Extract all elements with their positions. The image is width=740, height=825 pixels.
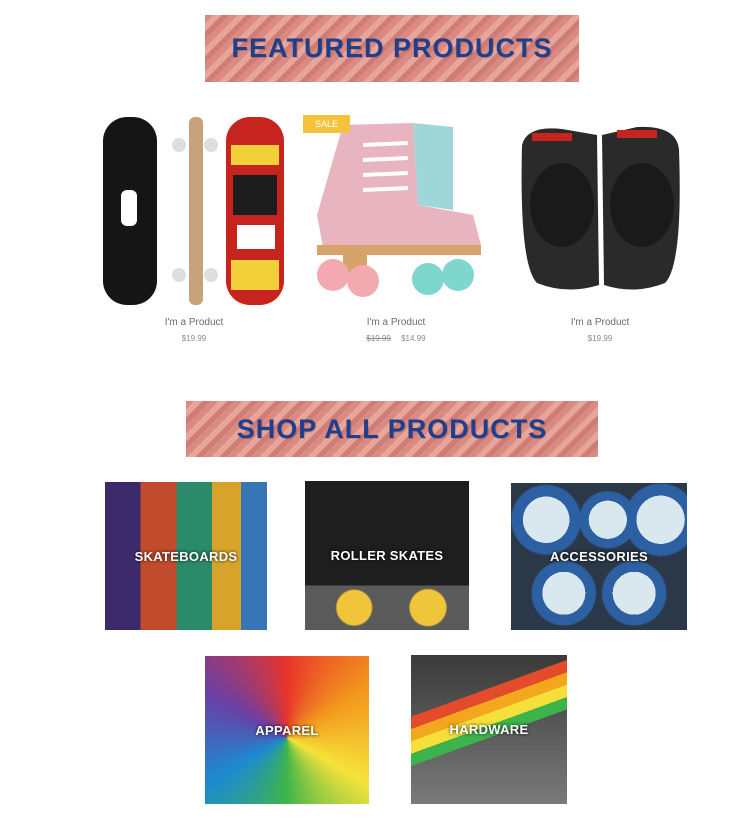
category-label[interactable]: ROLLER SKATES	[331, 548, 444, 563]
category-label[interactable]: HARDWARE	[450, 722, 529, 737]
shop-all-products-banner: SHOP ALL PRODUCTS	[186, 401, 598, 457]
product-name[interactable]: I'm a Product	[101, 317, 287, 328]
product-card-knee-pads[interactable]: I'm a Product $19.99	[507, 115, 693, 343]
product-image-skateboard[interactable]	[101, 115, 287, 305]
price-value: $19.99	[587, 334, 613, 343]
featured-products-title: FEATURED PRODUCTS	[231, 33, 553, 63]
original-price: $19.99	[366, 334, 391, 343]
price-value: $19.99	[181, 334, 207, 343]
knee-pads-illustration	[521, 126, 680, 290]
category-label[interactable]: APPAREL	[255, 723, 318, 738]
roller-skate-illustration	[317, 123, 481, 297]
sale-price: $14.99	[401, 334, 426, 343]
product-price: $19.99	[101, 334, 287, 343]
product-image-roller-skate[interactable]: SALE	[303, 115, 489, 305]
product-image-knee-pads[interactable]	[507, 115, 693, 305]
shop-all-products-title: SHOP ALL PRODUCTS	[236, 413, 548, 444]
product-price: $19.99	[507, 334, 693, 343]
product-card-roller-skate[interactable]: SALE I'm a Product $19.99 $14.99	[303, 115, 489, 343]
product-name[interactable]: I'm a Product	[303, 317, 489, 328]
featured-products-banner: FEATURED PRODUCTS	[205, 15, 579, 82]
skateboard-illustration	[103, 117, 284, 305]
category-accessories[interactable]: ACCESSORIES	[511, 483, 687, 630]
category-apparel[interactable]: APPAREL	[205, 656, 369, 804]
category-skateboards[interactable]: SKATEBOARDS	[105, 482, 267, 630]
sale-badge: SALE	[303, 115, 351, 133]
product-card-skateboard[interactable]: I'm a Product $19.99	[101, 115, 287, 343]
category-roller-skates[interactable]: ROLLER SKATES	[305, 481, 469, 630]
product-name[interactable]: I'm a Product	[507, 317, 693, 328]
category-hardware[interactable]: HARDWARE	[411, 655, 567, 804]
product-price: $19.99 $14.99	[303, 334, 489, 343]
category-label[interactable]: ACCESSORIES	[550, 549, 648, 564]
category-label[interactable]: SKATEBOARDS	[135, 549, 238, 564]
